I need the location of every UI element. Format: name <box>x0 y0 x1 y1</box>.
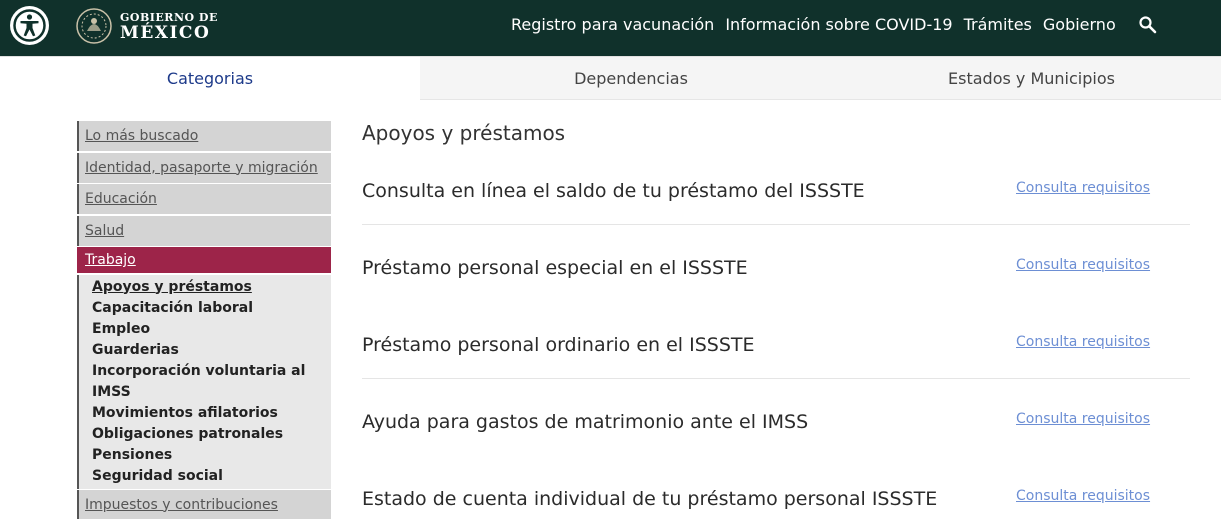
list-item-title[interactable]: Consulta en línea el saldo de tu préstam… <box>362 180 865 202</box>
main-content: Apoyos y préstamos Consulta en línea el … <box>362 118 1190 519</box>
sidebar-item-lo-mas-buscado[interactable]: Lo más buscado <box>77 121 331 151</box>
submenu-obligaciones[interactable]: Obligaciones patronales <box>92 424 331 445</box>
list-item: Préstamo personal especial en el ISSSTE … <box>362 225 1190 302</box>
list-item: Consulta en línea el saldo de tu préstam… <box>362 148 1190 225</box>
consulta-requisitos-link[interactable]: Consulta requisitos <box>1016 334 1150 350</box>
submenu-incorporacion-1[interactable]: Incorporación voluntaria al <box>92 361 331 382</box>
sidebar-item-identidad[interactable]: Identidad, pasaporte y migración <box>77 152 331 183</box>
sidebar-submenu: Apoyos y préstamos Capacitación laboral … <box>77 274 331 489</box>
submenu-capacitacion[interactable]: Capacitación laboral <box>92 298 331 319</box>
tab-estados-municipios[interactable]: Estados y Municipios <box>842 57 1221 101</box>
list-item: Préstamo personal ordinario en el ISSSTE… <box>362 302 1190 379</box>
tab-categorias[interactable]: Categorias <box>0 57 420 101</box>
submenu-pensiones[interactable]: Pensiones <box>92 445 331 466</box>
nav-tramites[interactable]: Trámites <box>964 15 1032 34</box>
sidebar: Lo más buscado Identidad, pasaporte y mi… <box>77 121 332 519</box>
submenu-seguridad-social[interactable]: Seguridad social <box>92 466 331 487</box>
top-nav: Registro para vacunación Información sobr… <box>511 15 1127 37</box>
consulta-requisitos-link[interactable]: Consulta requisitos <box>1016 257 1150 273</box>
nav-gobierno[interactable]: Gobierno <box>1043 15 1116 34</box>
submenu-apoyos-prestamos[interactable]: Apoyos y préstamos <box>92 277 331 298</box>
seal-icon <box>76 8 112 44</box>
accessibility-button[interactable] <box>10 6 49 45</box>
sidebar-item-trabajo[interactable]: Trabajo <box>77 247 331 273</box>
accessibility-icon <box>13 9 46 42</box>
list-item: Estado de cuenta individual de tu présta… <box>362 456 1190 519</box>
nav-vacunacion[interactable]: Registro para vacunación <box>511 15 714 34</box>
tab-dependencias[interactable]: Dependencias <box>420 57 842 101</box>
submenu-incorporacion-2[interactable]: IMSS <box>92 382 331 403</box>
sidebar-item-salud[interactable]: Salud <box>77 215 331 246</box>
search-icon[interactable] <box>1138 15 1158 35</box>
list-item-title[interactable]: Estado de cuenta individual de tu présta… <box>362 488 937 510</box>
list-item-title[interactable]: Ayuda para gastos de matrimonio ante el … <box>362 411 808 433</box>
sidebar-item-impuestos[interactable]: Impuestos y contribuciones <box>77 489 331 519</box>
submenu-movimientos[interactable]: Movimientos afilatorios <box>92 403 331 424</box>
page-title: Apoyos y préstamos <box>362 121 566 145</box>
list-item: Ayuda para gastos de matrimonio ante el … <box>362 379 1190 456</box>
list-item-title[interactable]: Préstamo personal ordinario en el ISSSTE <box>362 334 755 356</box>
submenu-guarderias[interactable]: Guarderias <box>92 340 331 361</box>
consulta-requisitos-link[interactable]: Consulta requisitos <box>1016 411 1150 427</box>
top-navbar: GOBIERNO DE MÉXICO Registro para vacunac… <box>0 0 1221 56</box>
logo-line-2: MÉXICO <box>120 23 211 43</box>
consulta-requisitos-link[interactable]: Consulta requisitos <box>1016 488 1150 504</box>
submenu-empleo[interactable]: Empleo <box>92 319 331 340</box>
category-tabs: Categorias Dependencias Estados y Munici… <box>0 56 1221 101</box>
consulta-requisitos-link[interactable]: Consulta requisitos <box>1016 180 1150 196</box>
sidebar-item-educacion[interactable]: Educación <box>77 184 331 214</box>
list-item-title[interactable]: Préstamo personal especial en el ISSSTE <box>362 257 748 279</box>
nav-covid[interactable]: Información sobre COVID-19 <box>725 15 952 34</box>
